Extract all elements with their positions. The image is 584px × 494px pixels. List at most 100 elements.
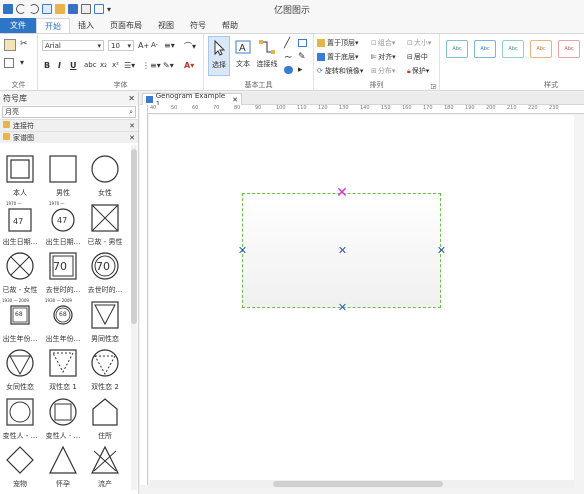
symbol-pregnancy[interactable]: 怀孕 <box>43 445 83 493</box>
distribute-button[interactable]: ⊞ 分布 ▾ <box>371 66 395 76</box>
export-icon[interactable] <box>94 4 104 14</box>
symbol-birth-year-female[interactable]: 1930 — 2009 68 出生年份... <box>43 298 83 348</box>
tab-page-layout[interactable]: 页面布局 <box>102 18 150 33</box>
resize-handle-right-icon[interactable]: ✕ <box>436 245 447 256</box>
symbol-transgender-female[interactable]: 变性人 - ... <box>43 397 83 445</box>
library-search-input[interactable]: 月亮 ⌕ <box>2 106 136 118</box>
font-color-icon[interactable]: A▾ <box>184 61 194 70</box>
tab-home[interactable]: 开始 <box>36 18 70 33</box>
resize-handle-bottom-icon[interactable]: ✕ <box>337 302 348 313</box>
cut-icon[interactable]: ✂ <box>20 39 28 49</box>
protect-button[interactable]: 🔒︎ 保护 ▾ <box>407 66 429 76</box>
copy-icon[interactable] <box>4 58 14 68</box>
symbol-male[interactable]: 男性 <box>43 154 83 202</box>
symbol-bisexual-1[interactable]: 双性恋 1 <box>43 348 83 396</box>
new-file-icon[interactable] <box>42 4 52 14</box>
style-5-button[interactable]: Abc <box>558 40 580 58</box>
style-4-button[interactable]: Abc <box>530 40 552 58</box>
tab-file[interactable]: 文件 <box>0 18 36 33</box>
resize-handle-left-icon[interactable]: ✕ <box>237 245 248 256</box>
subscript-icon[interactable]: x₂ <box>100 61 107 69</box>
horizontal-scrollbar-thumb[interactable] <box>273 481 443 487</box>
symbol-pet[interactable]: 宠物 <box>0 445 40 493</box>
paste-icon[interactable] <box>4 39 16 51</box>
library-scrollbar[interactable] <box>131 145 137 490</box>
symbol-miscarriage[interactable]: 流产 <box>85 445 125 493</box>
symbol-transgender-male[interactable]: 变性人 - ... <box>0 397 40 445</box>
more-tools-icon[interactable]: ▸ <box>298 65 303 75</box>
curve-tool-icon[interactable]: ∼ <box>284 52 292 63</box>
align-button[interactable]: ⊫ 对齐 ▾ <box>371 52 396 62</box>
pen-tool-icon[interactable]: ✎ <box>298 52 306 62</box>
symbol-birth-year-male[interactable]: 1930 — 2009 68 出生年份... <box>0 298 40 348</box>
paragraph-icon[interactable]: ≡▾ <box>164 41 175 50</box>
shrink-font-icon[interactable]: A- <box>151 41 158 49</box>
close-icon[interactable]: ✕ <box>232 96 238 104</box>
strikethrough-icon[interactable]: abc <box>84 61 97 69</box>
symbol-death-age-female[interactable]: 70 去世时的... <box>85 251 125 299</box>
symbol-residence[interactable]: 住所 <box>85 397 125 445</box>
symbol-death-age-male[interactable]: 70 去世时的... <box>43 251 83 299</box>
redo-icon[interactable] <box>29 4 39 14</box>
grow-font-icon[interactable]: A + <box>138 41 149 50</box>
quick-access-toolbar: ▾ <box>0 4 111 14</box>
symbol-bisexual-2[interactable]: 双性恋 2 <box>85 348 125 396</box>
canvas-horizontal-scrollbar[interactable] <box>149 480 574 488</box>
group-button[interactable]: ⊡ 组合 ▾ <box>371 38 395 48</box>
text-tool-button[interactable]: A 文本 <box>232 36 254 76</box>
bold-icon[interactable]: B <box>44 61 50 70</box>
style-2-button[interactable]: Abc <box>474 40 496 58</box>
select-tool-button[interactable]: 选择 <box>208 36 230 76</box>
library-scrollbar-thumb[interactable] <box>131 149 137 324</box>
style-1-button[interactable]: Abc <box>446 40 468 58</box>
tab-help[interactable]: 帮助 <box>214 18 246 33</box>
arrange-dialog-launcher-icon[interactable]: ◲ <box>430 83 436 90</box>
symbol-self[interactable]: 本人 <box>0 154 40 202</box>
tab-symbols[interactable]: 符号 <box>182 18 214 33</box>
shape-center-handle-icon[interactable]: ✕ <box>337 245 348 256</box>
open-folder-icon[interactable] <box>55 4 65 14</box>
ellipse-tool-icon[interactable] <box>284 66 293 74</box>
format-painter-icon[interactable]: ▾ <box>20 58 24 67</box>
close-icon[interactable]: ✕ <box>129 134 135 142</box>
symbol-birth-female[interactable]: 1970 — 47 出生日期... <box>43 201 83 251</box>
document-tab[interactable]: Genogram Example 1 ✕ <box>142 92 242 108</box>
symbol-deceased-male[interactable]: 已故 - 男性 <box>85 203 125 251</box>
bullets-icon[interactable]: ☰▾ <box>124 61 135 70</box>
underline-icon[interactable]: U <box>70 61 77 70</box>
rotate-mirror-button[interactable]: ⟳ 旋转和镜像 ▾ <box>317 66 363 76</box>
bring-front-button[interactable]: 置于顶层 ▾ <box>317 38 359 48</box>
line-spacing-icon[interactable]: ⌒▾ <box>184 41 196 52</box>
line-tool-icon[interactable]: ╱ <box>284 38 290 49</box>
italic-icon[interactable]: I <box>58 61 61 70</box>
canvas-vertical-scrollbar[interactable] <box>574 115 584 480</box>
symbol-lesbian[interactable]: 女同性恋 <box>0 348 40 396</box>
print-icon[interactable] <box>81 4 91 14</box>
close-icon[interactable]: ✕ <box>128 94 135 103</box>
tab-view[interactable]: 视图 <box>150 18 182 33</box>
category-genogram[interactable]: 家谱图 ✕ <box>0 131 138 143</box>
font-name-select[interactable]: Arial ▾ <box>42 40 104 51</box>
symbol-deceased-female[interactable]: 已故 - 女性 <box>0 251 40 299</box>
customize-quick-access-icon[interactable]: ▾ <box>107 5 111 14</box>
rectangle-tool-icon[interactable] <box>298 39 307 47</box>
search-icon[interactable]: ⌕ <box>129 108 133 117</box>
send-back-button[interactable]: 置于底层 ▾ <box>317 52 359 62</box>
save-icon[interactable] <box>68 4 78 14</box>
tab-insert[interactable]: 插入 <box>70 18 102 33</box>
highlight-icon[interactable]: ✎▾ <box>163 61 174 70</box>
category-connectors[interactable]: 连接符 ✕ <box>0 119 138 131</box>
symbol-gay[interactable]: 男同性恋 <box>85 300 125 348</box>
close-icon[interactable]: ✕ <box>129 122 135 130</box>
size-button[interactable]: ⊡ 大小 ▾ <box>407 38 431 48</box>
superscript-icon[interactable]: x² <box>112 61 119 69</box>
style-3-button[interactable]: Abc <box>502 40 524 58</box>
symbol-birth-male[interactable]: 1970 — 47 出生日期... <box>0 201 40 251</box>
center-button[interactable]: ⊟ 居中 <box>407 52 428 62</box>
symbol-female[interactable]: 女性 <box>85 154 125 202</box>
numbering-icon[interactable]: ⋮≡▾ <box>142 61 161 70</box>
rotation-handle-icon[interactable]: ✕ <box>335 186 349 200</box>
font-size-select[interactable]: 10 ▾ <box>108 40 134 51</box>
connector-tool-button[interactable]: 连接线 <box>256 36 278 76</box>
undo-icon[interactable] <box>16 4 26 14</box>
